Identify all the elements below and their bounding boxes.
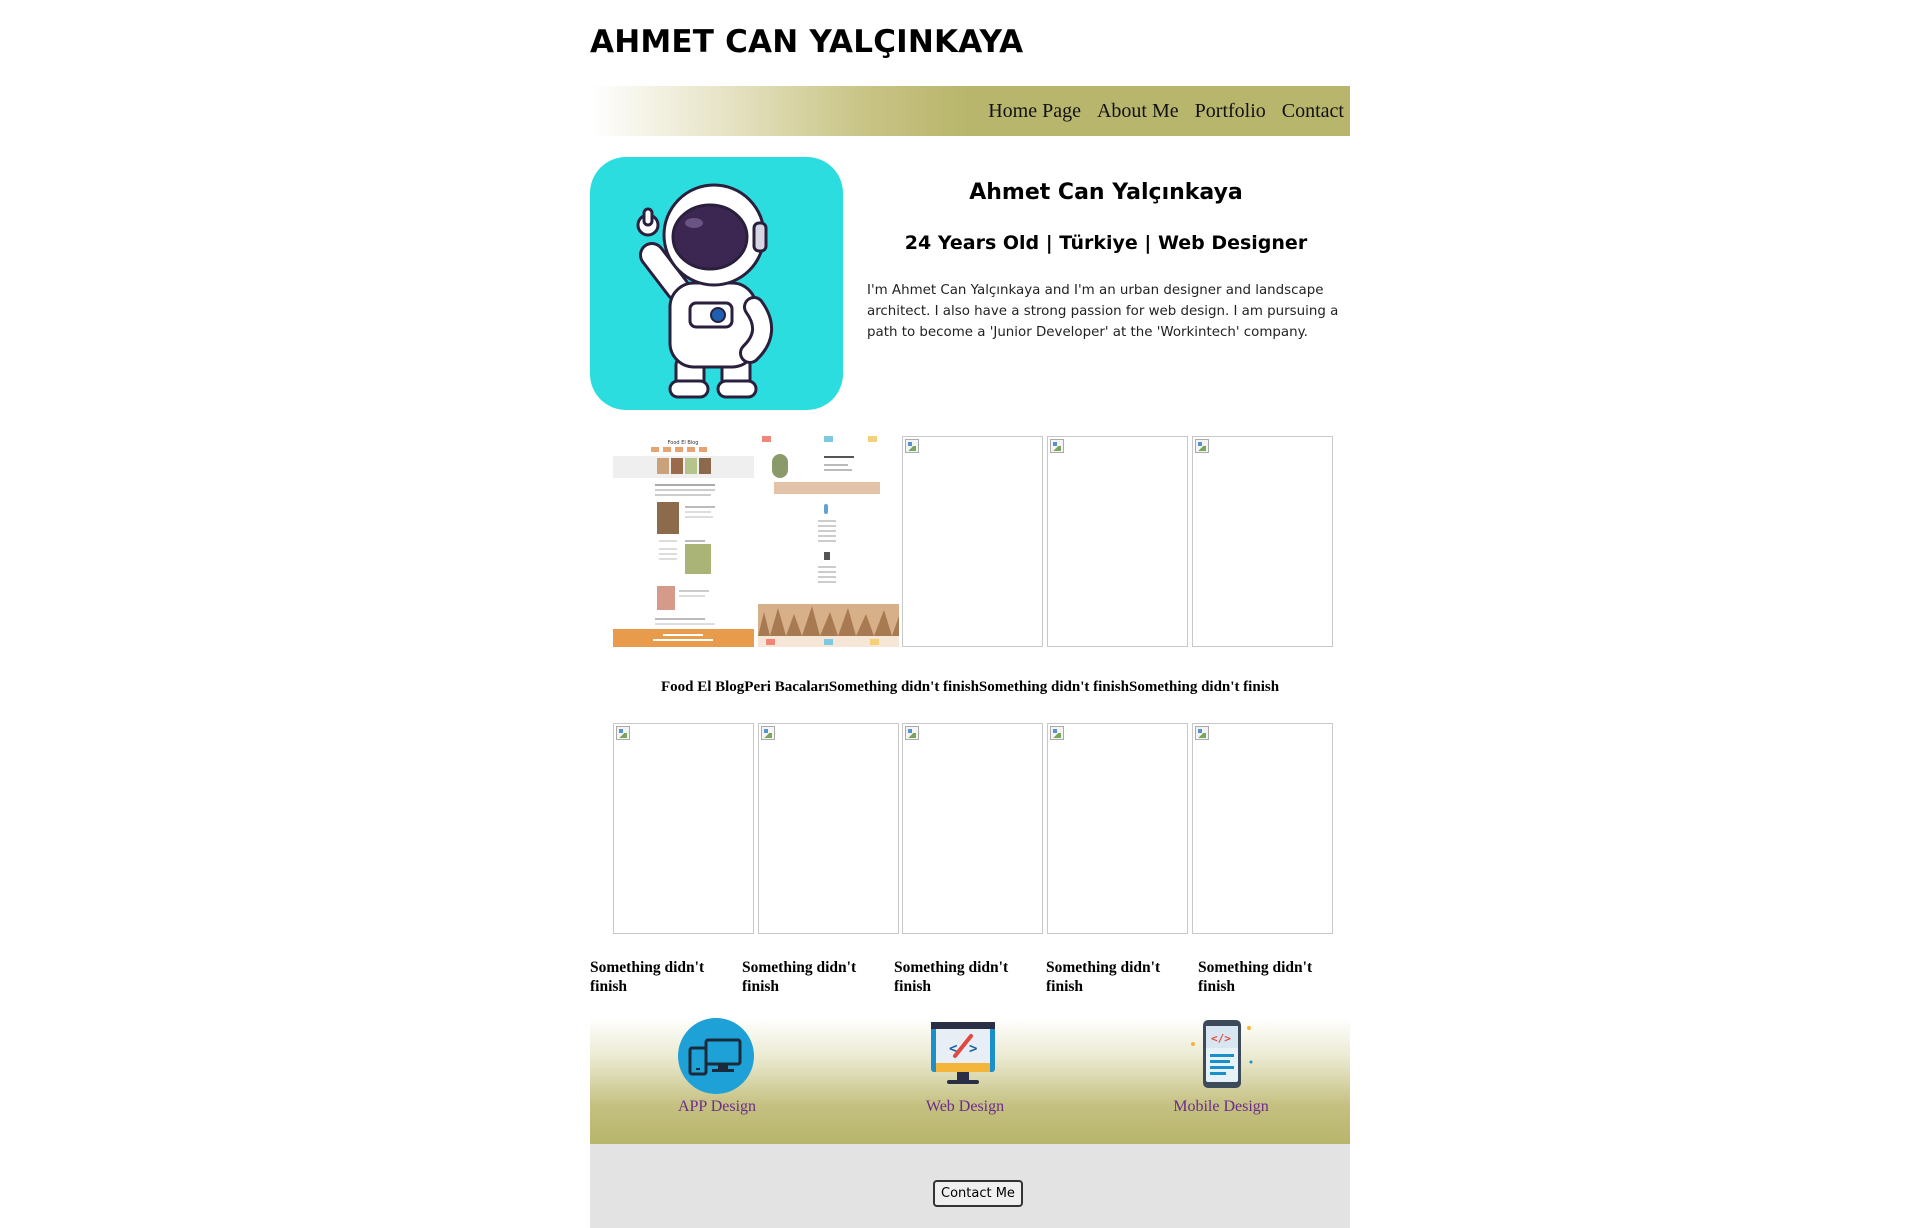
portfolio-thumb-broken-image[interactable] (902, 436, 1043, 647)
nav-portfolio[interactable]: Portfolio (1195, 100, 1266, 123)
portfolio-caption: Something didn't finish (1046, 959, 1161, 995)
broken-image-icon (761, 726, 775, 740)
portfolio-thumb-food-el-blog[interactable]: Food El Blog (613, 436, 754, 647)
footer: Contact Me (590, 1144, 1350, 1228)
nav-contact[interactable]: Contact (1282, 100, 1344, 123)
broken-image-icon (616, 726, 630, 740)
broken-image-icon (1195, 439, 1209, 453)
portfolio-caption: Something didn't finish (742, 959, 857, 995)
contact-me-button[interactable]: Contact Me (933, 1180, 1023, 1207)
broken-image-icon (1050, 439, 1064, 453)
portfolio-caption: Something didn't finish (978, 679, 1129, 695)
portfolio-caption: Food El Blog (660, 679, 745, 695)
services-section: APP Design < > Web Design </> Mobile Des… (590, 1018, 1350, 1144)
profile-name: Ahmet Can Yalçınkaya (969, 180, 1243, 205)
astronaut-icon (636, 183, 773, 399)
portfolio-caption: Something didn't finish (894, 959, 1009, 995)
portfolio-thumb-peri-bacalari[interactable] (758, 436, 899, 647)
service-label-mobile-design[interactable]: Mobile Design (1121, 1098, 1321, 1116)
portfolio-thumb-broken-image[interactable] (1192, 436, 1333, 647)
devices-icon (678, 1018, 754, 1094)
nav-home-page[interactable]: Home Page (988, 100, 1081, 123)
mobile-code-icon: </> (1191, 1020, 1253, 1088)
svg-text:>: > (969, 1041, 977, 1057)
profile-subtitle: 24 Years Old | Türkiye | Web Designer (904, 232, 1308, 254)
broken-image-icon (1195, 726, 1209, 740)
nav-about-me[interactable]: About Me (1097, 100, 1179, 123)
portfolio-thumb-broken-image[interactable] (902, 723, 1043, 934)
broken-image-icon (905, 726, 919, 740)
portfolio-captions-row: Food El BlogPeri BacalarıSomething didn'… (590, 679, 1350, 696)
portfolio-thumb-broken-image[interactable] (1192, 723, 1333, 934)
avatar-astronaut-image (590, 157, 843, 410)
page-container: AHMET CAN YALÇINKAYA Home Page About Me … (590, 0, 1350, 1228)
portfolio-caption: Something didn't finish (828, 679, 979, 695)
portfolio-caption: Something didn't finish (590, 959, 705, 995)
portfolio-thumb-broken-image[interactable] (1047, 723, 1188, 934)
portfolio-thumb-broken-image[interactable] (1047, 436, 1188, 647)
portfolio-thumb-broken-image[interactable] (613, 723, 754, 934)
service-label-app-design[interactable]: APP Design (617, 1098, 817, 1116)
mockup-food-title: Food El Blog (668, 440, 699, 446)
portfolio-caption: Something didn't finish (1198, 959, 1313, 995)
broken-image-icon (905, 439, 919, 453)
portfolio-thumb-broken-image[interactable] (758, 723, 899, 934)
svg-text:</>: </> (1211, 1032, 1231, 1045)
web-design-icon: < > (931, 1022, 995, 1084)
portfolio-caption: Peri Bacaları (744, 679, 829, 695)
site-title: AHMET CAN YALÇINKAYA (590, 24, 1024, 60)
broken-image-icon (1050, 726, 1064, 740)
main-navbar: Home Page About Me Portfolio Contact (590, 86, 1350, 136)
profile-bio: I'm Ahmet Can Yalçınkaya and I'm an urba… (867, 283, 1339, 340)
portfolio-caption: Something didn't finish (1128, 679, 1280, 695)
service-label-web-design[interactable]: Web Design (865, 1098, 1065, 1116)
